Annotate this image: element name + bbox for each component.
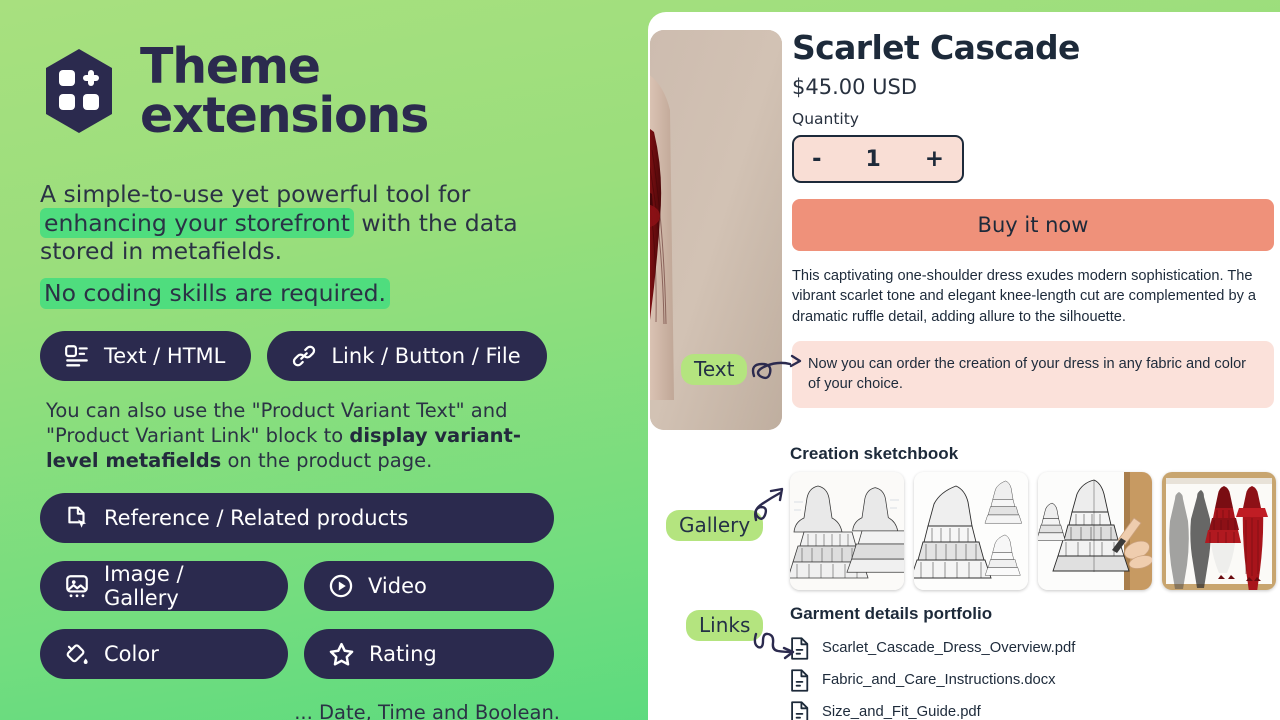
lead-part-1: A simple-to-use yet powerful tool for [40, 180, 471, 208]
promo-footnote: ... Date, Time and Boolean. [294, 701, 560, 720]
block-pill-image-gallery[interactable]: Image / Gallery [40, 561, 288, 612]
block-pill-label: Image / Gallery [104, 562, 184, 611]
gallery-thumb-1[interactable] [790, 472, 904, 590]
product-title: Scarlet Cascade [792, 28, 1080, 67]
file-document-icon [791, 700, 809, 720]
annotation-arrow-text-icon [751, 354, 802, 380]
quantity-decrease-button[interactable]: - [812, 146, 822, 172]
link-chain-icon [293, 345, 316, 367]
lead-highlight: enhancing your storefront [40, 207, 354, 238]
quantity-label: Quantity [792, 110, 859, 129]
text-html-icon [65, 344, 88, 367]
block-pill-label: Link / Button / File [331, 343, 521, 368]
block-pill-link-button-file[interactable]: Link / Button / File [267, 330, 547, 381]
block-pill-reference-related[interactable]: Reference / Related products [40, 493, 554, 544]
block-pill-color[interactable]: Color [40, 629, 288, 680]
file-document-icon [791, 668, 809, 692]
block-row-1: Text / HTML Link / Button / File [40, 330, 610, 381]
page-title: Theme extensions [140, 38, 429, 144]
document-cursor-icon [68, 507, 87, 529]
note-part-2: on the product page. [221, 448, 433, 472]
product-description: This captivating one-shoulder dress exud… [792, 268, 1257, 325]
buy-it-now-button[interactable]: Buy it now [792, 199, 1274, 252]
metafield-file-list: Scarlet_Cascade_Dress_Overview.pdf Fabri… [790, 632, 1280, 720]
paint-bucket-icon [66, 644, 88, 665]
block-pill-label: Color [104, 642, 159, 667]
block-pill-label: Rating [369, 642, 437, 667]
star-icon [329, 642, 354, 666]
block-row-4: Color Rating [40, 629, 610, 680]
dress-sketch-technical-pair-image [790, 472, 904, 590]
grid-plus-hexagon-logo-icon [46, 49, 112, 133]
annotation-arrow-gallery-icon [753, 487, 784, 522]
metafield-gallery [790, 472, 1280, 590]
block-row-3: Image / Gallery Video [40, 561, 610, 612]
quantity-stepper[interactable]: - 1 + [792, 135, 964, 184]
annotation-badge-text: Text [681, 354, 748, 386]
file-link-item[interactable]: Fabric_and_Care_Instructions.docx [790, 664, 1280, 696]
block-pill-label: Video [368, 574, 427, 599]
file-link-label: Size_and_Fit_Guide.pdf [822, 704, 981, 720]
files-heading: Garment details portfolio [790, 604, 993, 623]
block-row-2: Reference / Related products [40, 493, 610, 544]
dress-sketch-hand-drawing-image [1038, 472, 1152, 590]
block-pill-video[interactable]: Video [304, 561, 554, 612]
annotation-badge-gallery: Gallery [666, 510, 764, 542]
promo-lead-text: A simple-to-use yet powerful tool for en… [40, 180, 540, 266]
dress-sketch-ruffle-trio-image [914, 472, 1028, 590]
image-gallery-icon [66, 575, 88, 598]
promo-variant-note: You can also use the "Product Variant Te… [46, 399, 571, 474]
play-circle-icon [329, 575, 353, 598]
block-pill-text-html[interactable]: Text / HTML [40, 330, 252, 381]
block-pill-rating[interactable]: Rating [304, 629, 554, 680]
product-price: $45.00 USD [792, 75, 918, 100]
file-link-label: Fabric_and_Care_Instructions.docx [822, 672, 1056, 688]
quantity-value[interactable]: 1 [865, 147, 880, 172]
dress-sketch-red-fashion-row-image [1162, 472, 1276, 590]
quantity-increase-button[interactable]: + [925, 146, 944, 172]
brand-header: Theme extensions [40, 42, 610, 140]
gallery-heading: Creation sketchbook [790, 444, 959, 463]
promo-banner: Theme extensions A simple-to-use yet pow… [0, 0, 1280, 720]
promo-lead-line2: No coding skills are required. [40, 277, 391, 309]
block-pill-label: Text / HTML [104, 343, 226, 368]
product-details: Scarlet Cascade $45.00 USD Quantity - 1 … [782, 12, 1280, 430]
annotation-arrow-links-icon [753, 632, 795, 660]
promo-left-panel: Theme extensions A simple-to-use yet pow… [0, 0, 650, 720]
gallery-thumb-4[interactable] [1162, 472, 1276, 590]
metafield-text-callout: Now you can order the creation of your d… [792, 340, 1274, 409]
file-link-item[interactable]: Size_and_Fit_Guide.pdf [790, 696, 1280, 720]
file-link-item[interactable]: Scarlet_Cascade_Dress_Overview.pdf [790, 632, 1280, 664]
file-link-label: Scarlet_Cascade_Dress_Overview.pdf [822, 640, 1076, 656]
block-pill-label: Reference / Related products [104, 506, 409, 531]
gallery-thumb-3[interactable] [1038, 472, 1152, 590]
gallery-thumb-2[interactable] [914, 472, 1028, 590]
